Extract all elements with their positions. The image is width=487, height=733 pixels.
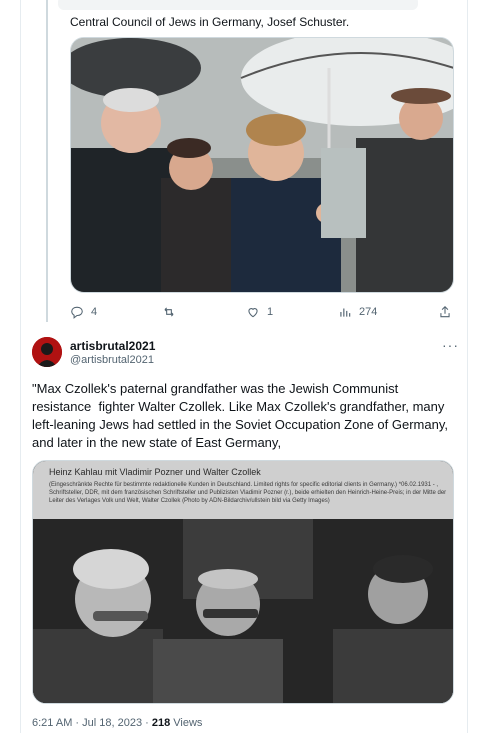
avatar[interactable]	[32, 337, 62, 367]
photo-merkel-umbrellas	[71, 38, 453, 292]
share-button[interactable]	[438, 305, 452, 319]
tweet-photo-2[interactable]: Heinz Kahlau mit Vladimir Pozner und Wal…	[32, 460, 454, 704]
like-count: 1	[267, 306, 274, 318]
thread-connector-line	[46, 0, 48, 322]
views-count: 274	[359, 306, 378, 318]
author-name[interactable]: artisbrutal2021	[70, 339, 155, 353]
tweet-meta: 6:21 AM · Jul 18, 2023 · 218 Views	[32, 717, 202, 729]
views-icon	[340, 308, 351, 317]
reply-count: 4	[91, 306, 98, 318]
tweet-timestamp[interactable]: 6:21 AM · Jul 18, 2023 ·	[32, 717, 152, 729]
retweet-button[interactable]	[162, 305, 183, 319]
share-icon	[440, 306, 450, 318]
retweet-icon	[164, 307, 174, 317]
like-button[interactable]: 1	[246, 305, 273, 319]
heart-icon	[248, 308, 258, 318]
tweet-photo-1[interactable]	[70, 37, 454, 293]
author-handle[interactable]: @artisbrutal2021	[70, 354, 154, 366]
views-label: Views	[170, 717, 203, 729]
views-total: 218	[151, 717, 171, 729]
reply-icon	[71, 306, 83, 319]
previous-tweet-header	[58, 0, 418, 10]
tweet-text: "Max Czollek's paternal grandfather was …	[32, 381, 452, 450]
photo-title: Heinz Kahlau mit Vladimir Pozner und Wal…	[49, 467, 261, 477]
more-options-button[interactable]: ···	[442, 337, 459, 353]
tweet-action-bar: 4 1 274	[70, 305, 454, 321]
tweet-caption: Central Council of Jews in Germany, Jose…	[70, 15, 350, 29]
views-button[interactable]: 274	[338, 305, 377, 319]
avatar-figure-icon	[32, 337, 62, 367]
reply-button[interactable]: 4	[70, 305, 97, 319]
photo-credit: (Eingeschränkte Rechte für bestimmte red…	[49, 482, 447, 504]
photo-three-men	[33, 519, 453, 703]
